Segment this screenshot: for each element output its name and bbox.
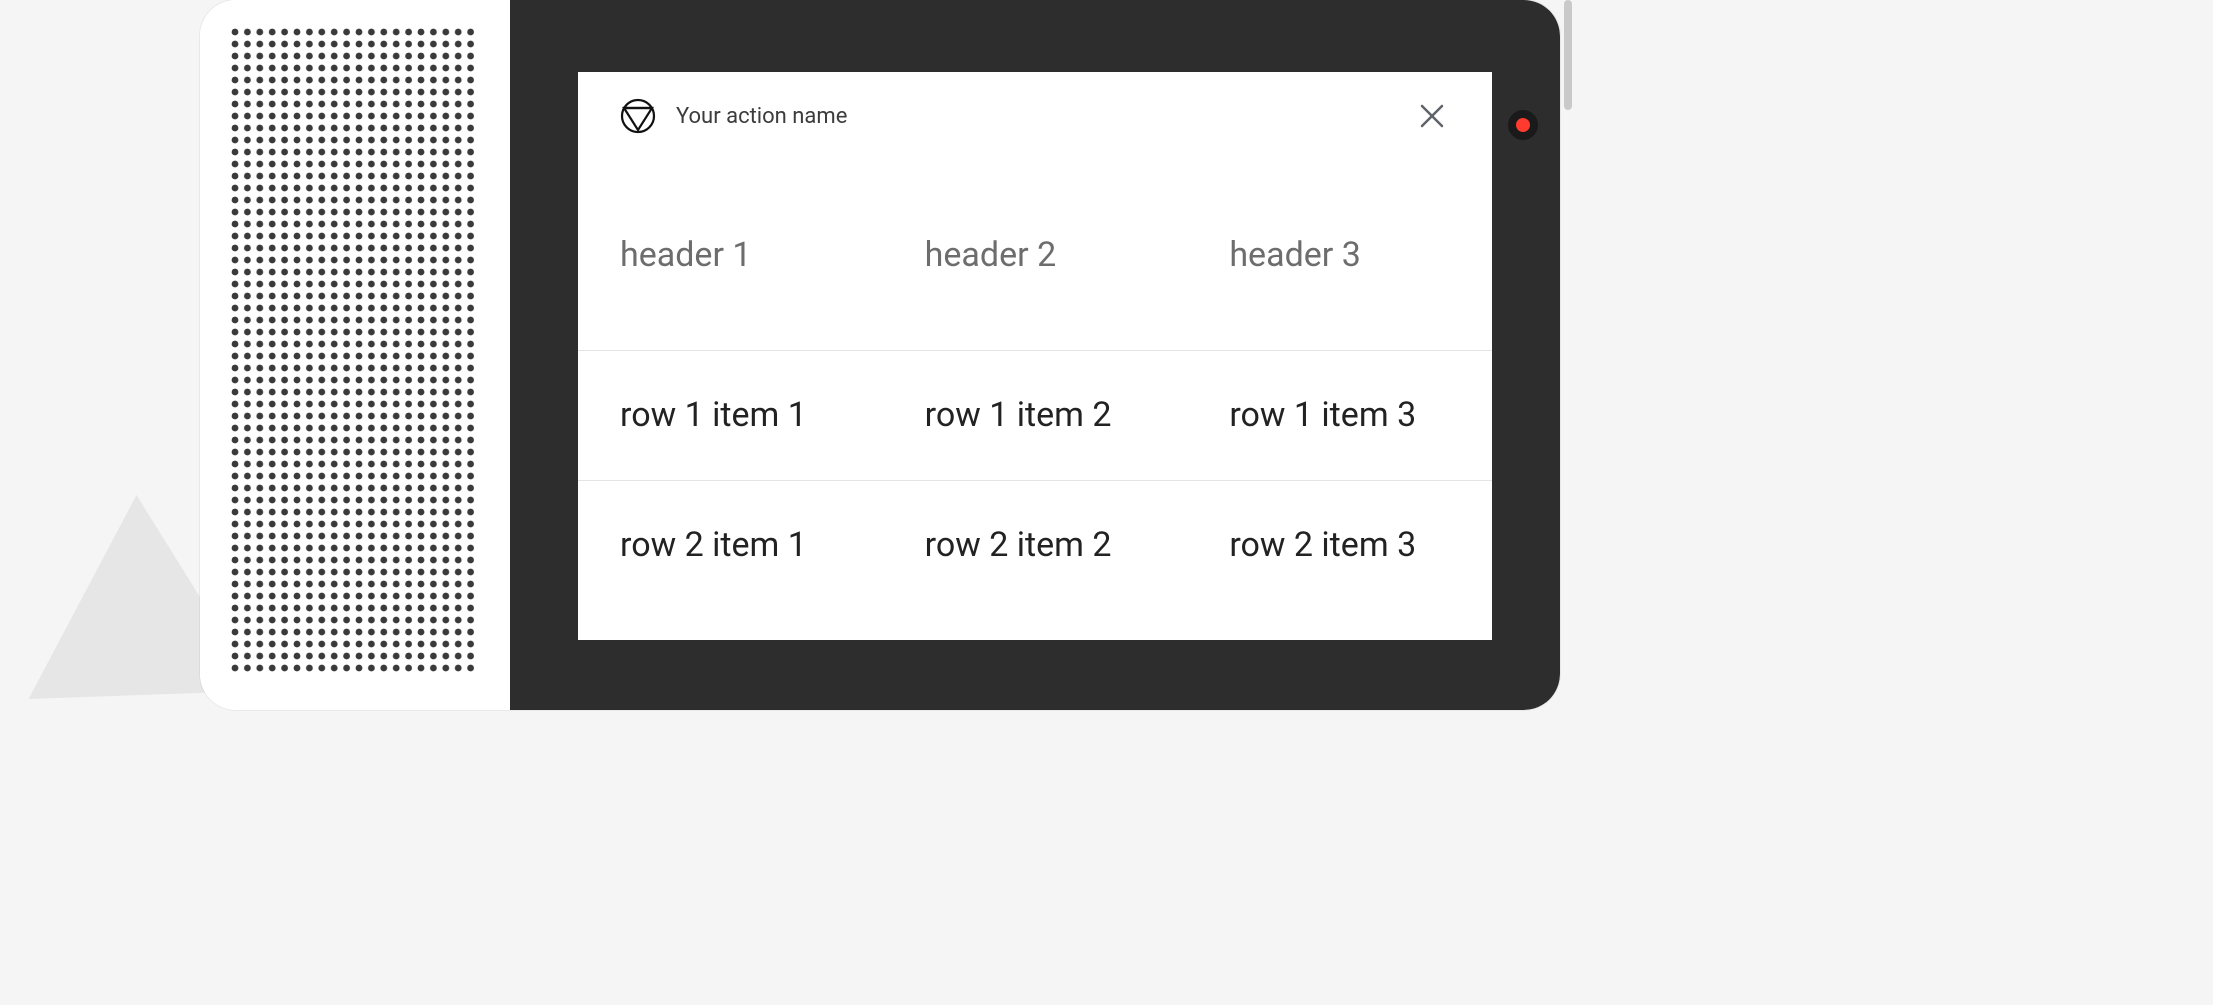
page-scrollbar-thumb[interactable] bbox=[1564, 0, 1572, 110]
speaker-grille bbox=[200, 0, 510, 710]
table-row: row 2 item 1 row 2 item 2 row 2 item 3 bbox=[578, 480, 1492, 610]
close-button[interactable] bbox=[1414, 98, 1450, 134]
table-cell: row 1 item 2 bbox=[883, 350, 1188, 480]
content-card: Your action name header 1 header 2 heade… bbox=[578, 72, 1492, 640]
table-header-cell: header 2 bbox=[883, 160, 1188, 350]
table-container: header 1 header 2 header 3 row 1 item 1 … bbox=[578, 160, 1492, 640]
table-header-row: header 1 header 2 header 3 bbox=[578, 160, 1492, 350]
table-cell: row 2 item 3 bbox=[1187, 480, 1492, 610]
app-logo-icon bbox=[620, 98, 656, 134]
close-icon bbox=[1418, 102, 1446, 130]
table-row: row 1 item 1 row 1 item 2 row 1 item 3 bbox=[578, 350, 1492, 480]
table-header-cell: header 3 bbox=[1187, 160, 1492, 350]
table-cell: row 1 item 1 bbox=[578, 350, 883, 480]
data-table: header 1 header 2 header 3 row 1 item 1 … bbox=[578, 160, 1492, 610]
table-cell: row 1 item 3 bbox=[1187, 350, 1492, 480]
table-cell: row 2 item 1 bbox=[578, 480, 883, 610]
card-header: Your action name bbox=[578, 72, 1492, 160]
table-header-cell: header 1 bbox=[578, 160, 883, 350]
action-title: Your action name bbox=[676, 104, 1394, 129]
device-screen: Your action name header 1 header 2 heade… bbox=[510, 0, 1560, 710]
table-cell: row 2 item 2 bbox=[883, 480, 1188, 610]
device-frame: Your action name header 1 header 2 heade… bbox=[200, 0, 1560, 710]
speaker-dots-icon bbox=[231, 28, 479, 676]
live-indicator-icon bbox=[1508, 110, 1538, 140]
